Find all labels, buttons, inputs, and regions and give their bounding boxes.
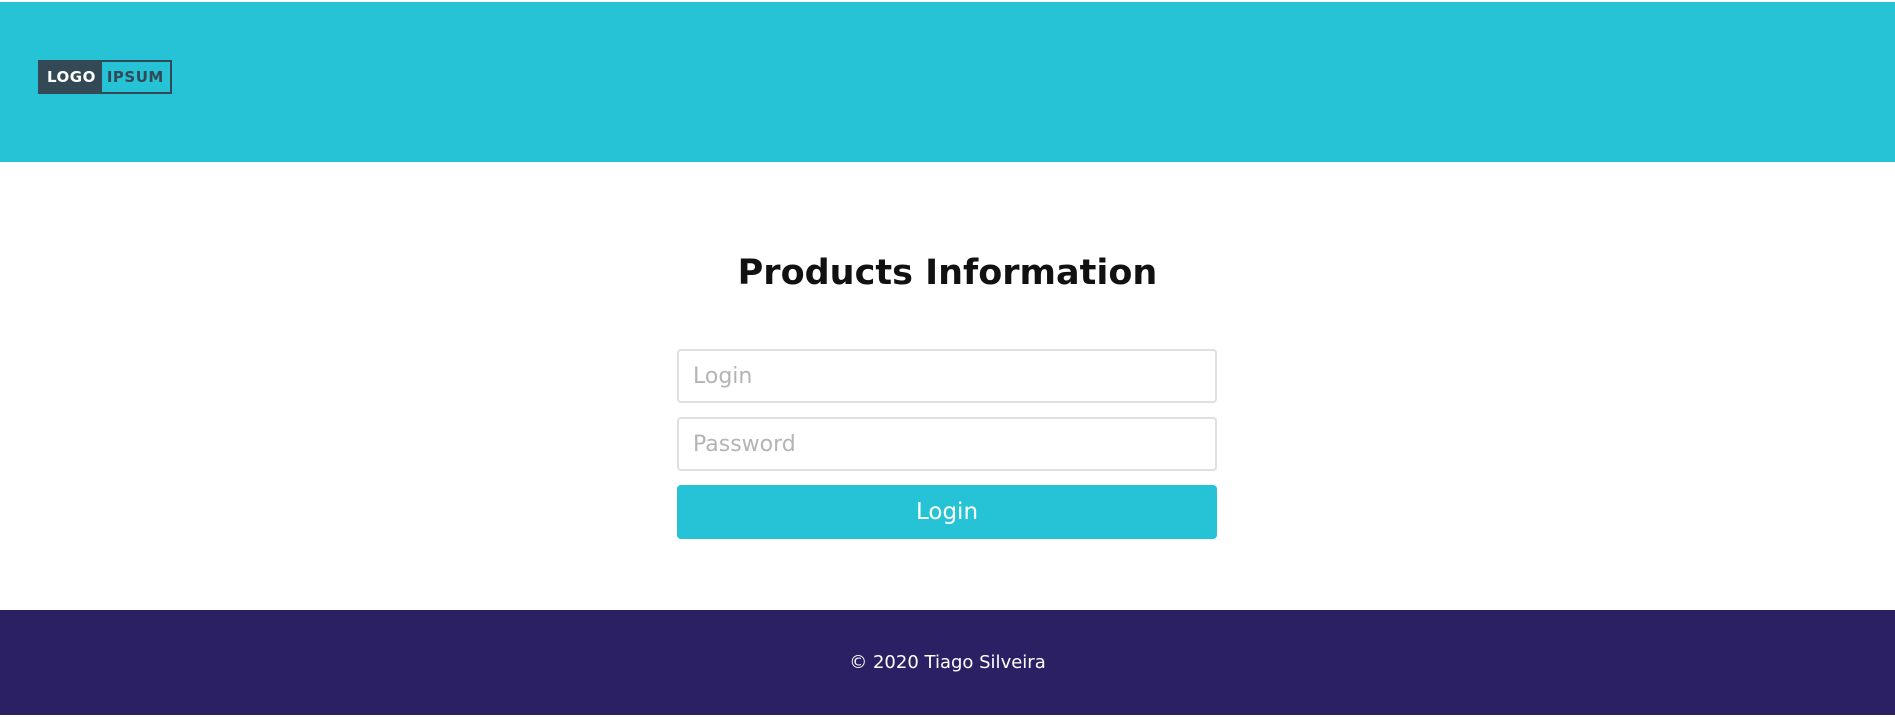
site-footer: © 2020 Tiago Silveira bbox=[0, 610, 1895, 715]
logo-text-primary: LOGO bbox=[40, 62, 102, 92]
page-title: Products Information bbox=[737, 253, 1158, 293]
password-input[interactable] bbox=[677, 417, 1217, 471]
login-button[interactable]: Login bbox=[677, 485, 1217, 539]
site-header: LOGO IPSUM bbox=[0, 2, 1895, 162]
logo-text-secondary: IPSUM bbox=[106, 68, 164, 86]
main-content: Products Information Login bbox=[0, 162, 1895, 610]
login-input[interactable] bbox=[677, 349, 1217, 403]
logo[interactable]: LOGO IPSUM bbox=[38, 60, 172, 94]
copyright-text: © 2020 Tiago Silveira bbox=[849, 652, 1046, 673]
